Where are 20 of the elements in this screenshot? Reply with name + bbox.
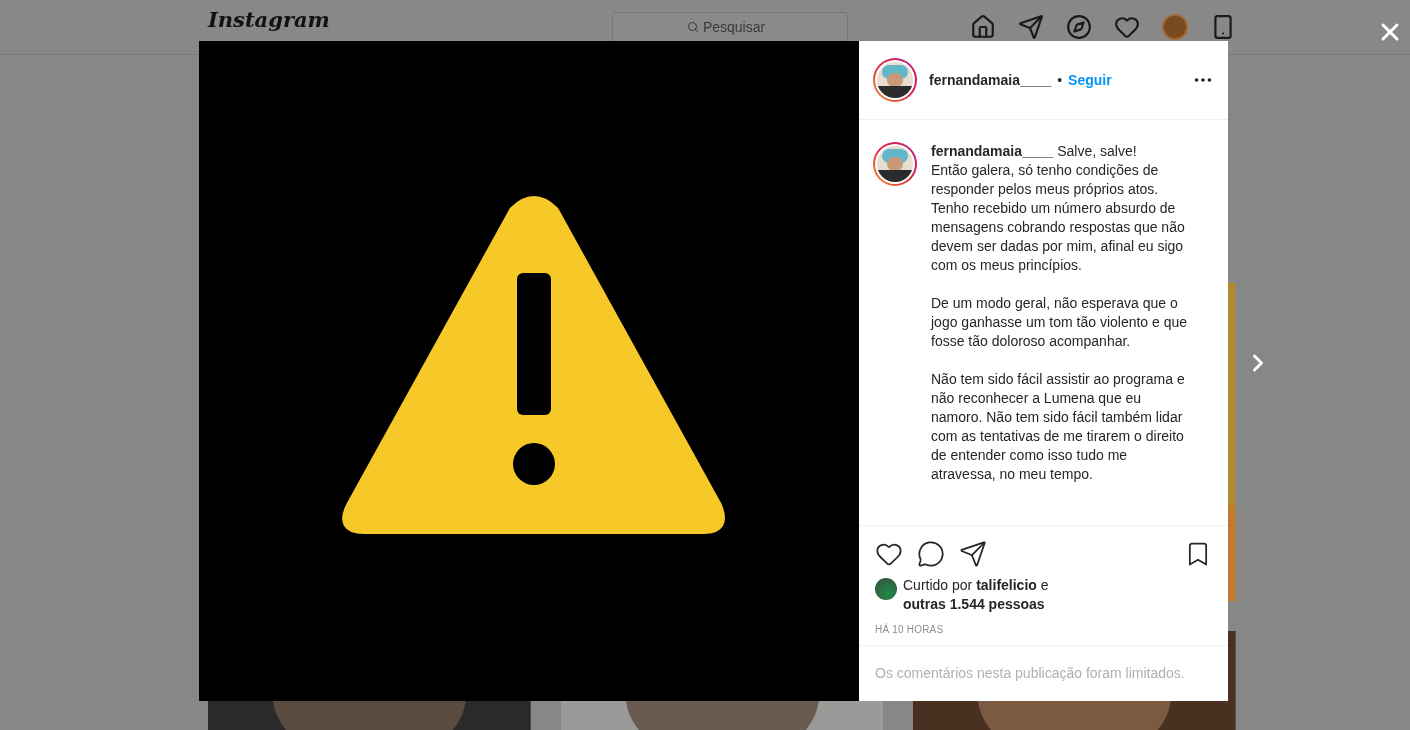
- liker-avatar[interactable]: [875, 578, 897, 600]
- heart-icon[interactable]: [1114, 14, 1140, 40]
- separator-dot: •: [1057, 70, 1063, 90]
- compass-icon[interactable]: [1066, 14, 1092, 40]
- home-icon[interactable]: [970, 14, 996, 40]
- username-link[interactable]: fernandamaia____: [929, 69, 1052, 91]
- logo[interactable]: Instagram: [208, 8, 330, 32]
- caption-text: Não tem sido fácil assistir ao programa e não reconhecer a Lumena que eu namoro. Não tem sido fácil também lidar com as tentativas de me tirarem o direito de entender como isso tudo me atravessa, no meu tempo.: [931, 370, 1186, 484]
- search-field[interactable]: Pesquisar: [611, 12, 848, 42]
- likes-text[interactable]: Curtido por talifelicio e outras 1.544 pessoas: [903, 576, 1093, 614]
- send-icon[interactable]: [1018, 14, 1044, 40]
- caption-text: fernandamaia____ Salve, salve! Então galera, só tenho condições de responder pelos meus próprios atos. Tenho recebido um número absurdo de mensagens cobrando respostas que não devem ser dadas por mim, afinal eu sigo com os meus princípios.: [931, 142, 1186, 275]
- share-icon[interactable]: [959, 540, 987, 568]
- post-time: HÁ 10 HORAS: [875, 622, 945, 637]
- username-link[interactable]: fernandamaia____: [931, 143, 1054, 159]
- comment-icon[interactable]: [917, 540, 945, 568]
- avatar[interactable]: [873, 142, 917, 186]
- comments-notice: Os comentários nesta publicação foram limitados.: [875, 664, 1185, 683]
- caption-text: De um modo geral, não esperava que o jogo ganhasse um tom tão violento e que fosse tão doloroso acompanhar.: [931, 294, 1189, 351]
- avatar[interactable]: [873, 58, 917, 102]
